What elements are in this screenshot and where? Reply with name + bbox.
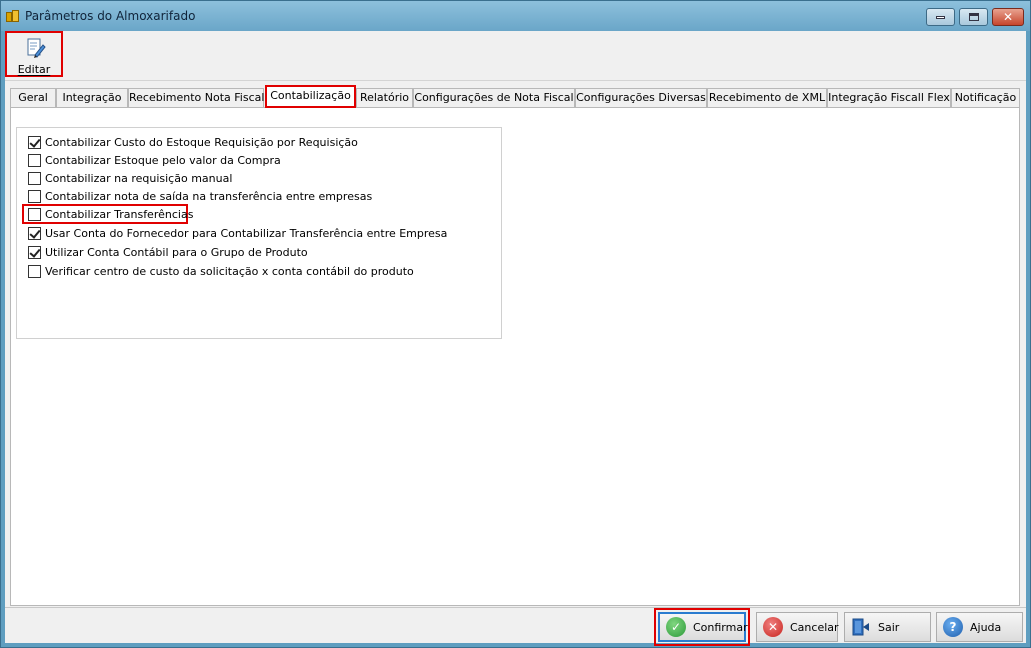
app-icon xyxy=(6,10,20,23)
cancel-button[interactable]: ✕ Cancelar xyxy=(756,612,839,642)
tab-relatorio[interactable]: Relatório xyxy=(356,88,413,107)
window-title: Parâmetros do Almoxarifado xyxy=(25,9,196,23)
option-nota-saida-transferencia[interactable]: Contabilizar nota de saída na transferên… xyxy=(28,188,372,204)
tab-recebimento-xml[interactable]: Recebimento de XML xyxy=(707,88,827,107)
confirm-button[interactable]: ✓ Confirmar xyxy=(654,608,750,646)
title-bar[interactable]: Parâmetros do Almoxarifado ✕ xyxy=(1,1,1030,31)
tab-recebimento-nota-fiscal[interactable]: Recebimento Nota Fiscal xyxy=(128,88,264,107)
checkbox[interactable] xyxy=(28,135,41,149)
confirm-label: Confirmar xyxy=(693,620,748,634)
client-area: Editar Geral Integração Recebimento Nota… xyxy=(5,31,1026,646)
contabilizacao-panel: Contabilizar Custo do Estoque Requisição… xyxy=(10,107,1020,606)
maximize-icon xyxy=(968,13,979,21)
checkbox[interactable] xyxy=(28,207,41,221)
option-label: Contabilizar Custo do Estoque Requisição… xyxy=(45,135,358,149)
option-label: Usar Conta do Fornecedor para Contabiliz… xyxy=(45,226,448,240)
checkbox[interactable] xyxy=(28,171,41,185)
checkbox[interactable] xyxy=(28,153,41,167)
exit-door-icon xyxy=(852,618,869,636)
checkbox[interactable] xyxy=(28,189,41,203)
option-label: Contabilizar nota de saída na transferên… xyxy=(45,189,373,203)
tab-geral[interactable]: Geral xyxy=(10,88,56,107)
minimize-icon xyxy=(936,15,945,19)
edit-label: Editar xyxy=(17,63,51,76)
help-button[interactable]: ? Ajuda xyxy=(936,612,1023,642)
option-centro-custo[interactable]: Verificar centro de custo da solicitação… xyxy=(28,263,414,279)
main-window: Parâmetros do Almoxarifado ✕ Editar Gera… xyxy=(0,0,1031,648)
tab-configuracoes-nota-fiscal[interactable]: Configurações de Nota Fiscal xyxy=(413,88,575,107)
cancel-label: Cancelar xyxy=(790,620,839,634)
option-conta-contabil-grupo[interactable]: Utilizar Conta Contábil para o Grupo de … xyxy=(28,244,308,260)
option-conta-fornecedor[interactable]: Usar Conta do Fornecedor para Contabiliz… xyxy=(28,225,447,241)
tab-configuracoes-diversas[interactable]: Configurações Diversas xyxy=(575,88,707,107)
option-label: Verificar centro de custo da solicitação… xyxy=(45,264,414,278)
option-contabilizar-transferencias[interactable]: Contabilizar Transferências xyxy=(28,206,193,222)
maximize-button[interactable] xyxy=(959,8,988,26)
option-requisicao-manual[interactable]: Contabilizar na requisição manual xyxy=(28,170,232,186)
minimize-button[interactable] xyxy=(926,8,955,26)
edit-document-icon xyxy=(27,38,46,58)
checkbox[interactable] xyxy=(28,226,41,240)
option-estoque-valor-compra[interactable]: Contabilizar Estoque pelo valor da Compr… xyxy=(28,152,281,168)
cancel-icon: ✕ xyxy=(763,617,783,637)
option-label: Contabilizar Transferências xyxy=(45,207,194,221)
exit-button[interactable]: Sair xyxy=(844,612,931,642)
tab-integracao-fiscall-flex[interactable]: Integração Fiscall Flex xyxy=(827,88,951,107)
close-icon: ✕ xyxy=(1002,10,1014,24)
checkbox[interactable] xyxy=(28,245,41,259)
option-label: Utilizar Conta Contábil para o Grupo de … xyxy=(45,245,308,259)
tab-bar: Geral Integração Recebimento Nota Fiscal… xyxy=(10,85,1020,108)
option-custo-estoque-requisicao[interactable]: Contabilizar Custo do Estoque Requisição… xyxy=(28,134,358,150)
bottom-separator xyxy=(5,607,1026,608)
help-label: Ajuda xyxy=(970,620,1002,634)
tab-notificacao[interactable]: Notificação xyxy=(951,88,1020,107)
help-icon: ? xyxy=(943,617,963,637)
edit-button[interactable]: Editar xyxy=(5,31,63,77)
tab-contabilizacao[interactable]: Contabilização xyxy=(265,85,356,108)
checkbox[interactable] xyxy=(28,264,41,278)
exit-label: Sair xyxy=(878,620,900,634)
close-button[interactable]: ✕ xyxy=(992,8,1024,26)
option-label: Contabilizar na requisição manual xyxy=(45,171,233,185)
toolbar: Editar xyxy=(5,31,1026,81)
options-group: Contabilizar Custo do Estoque Requisição… xyxy=(16,127,502,339)
tab-integracao[interactable]: Integração xyxy=(56,88,128,107)
check-icon: ✓ xyxy=(666,617,686,637)
option-label: Contabilizar Estoque pelo valor da Compr… xyxy=(45,153,281,167)
